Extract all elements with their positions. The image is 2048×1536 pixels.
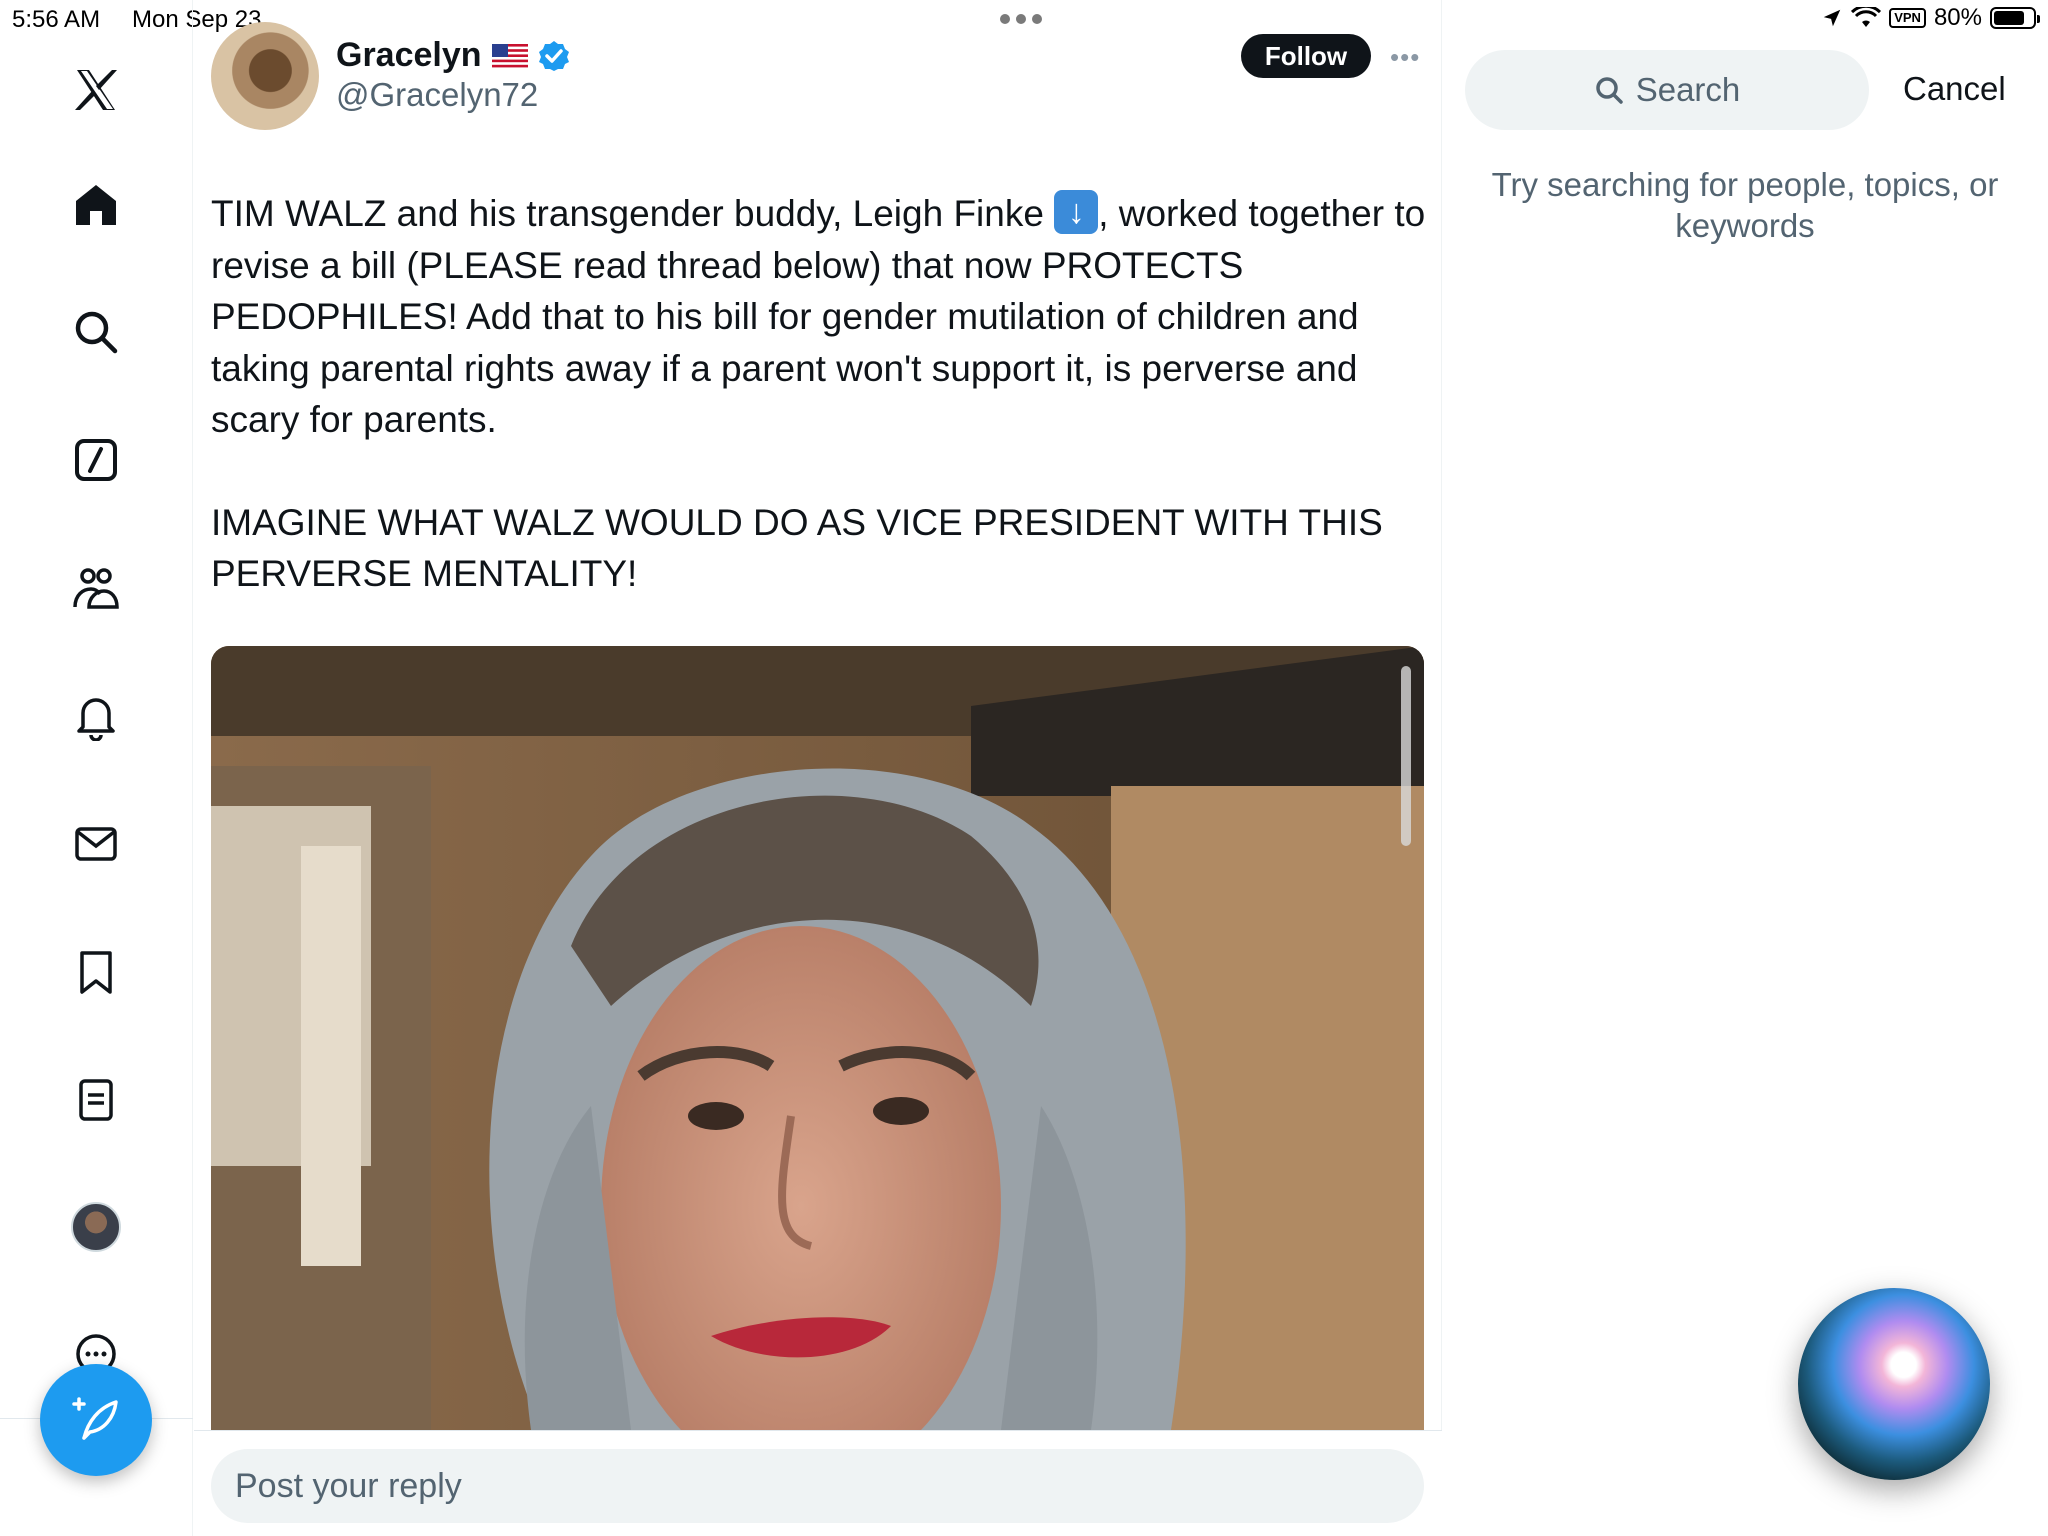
left-nav xyxy=(0,0,193,1536)
messages-envelope-icon[interactable] xyxy=(66,814,126,874)
profile-avatar[interactable] xyxy=(66,1197,126,1257)
compose-feather-plus-icon xyxy=(72,1397,118,1440)
lists-icon[interactable] xyxy=(66,1070,126,1130)
us-flag-icon xyxy=(491,43,528,68)
author-display-name-row[interactable]: Gracelyn xyxy=(336,36,570,75)
verified-badge-icon[interactable] xyxy=(538,40,570,72)
bookmark-icon[interactable] xyxy=(66,942,126,1002)
search-hint-text: Try searching for people, topics, or key… xyxy=(1491,166,1999,244)
siri-orb-icon[interactable] xyxy=(1798,1288,1990,1480)
search-panel: Search Cancel Try searching for people, … xyxy=(1443,0,2048,1536)
author-avatar[interactable] xyxy=(211,22,319,130)
search-input[interactable]: Search xyxy=(1465,50,1869,130)
search-icon[interactable] xyxy=(66,302,126,362)
tweet-photo[interactable] xyxy=(211,646,1424,1430)
reply-bar xyxy=(194,1430,1442,1536)
more-options-icon[interactable]: ••• xyxy=(1390,42,1420,73)
main-column: Gracelyn @Gracelyn72 Follow ••• TIM WALZ… xyxy=(194,0,1442,1536)
communities-icon[interactable] xyxy=(66,558,126,618)
notifications-bell-icon[interactable] xyxy=(66,686,126,746)
compose-button[interactable] xyxy=(40,1364,152,1476)
home-icon[interactable] xyxy=(66,175,126,235)
down-arrow-emoji-icon xyxy=(1054,190,1099,234)
cancel-button[interactable]: Cancel xyxy=(1903,70,2006,108)
search-placeholder: Search xyxy=(1635,71,1741,108)
tweet-text: TIM WALZ and his transgender buddy, Leig… xyxy=(211,188,1426,600)
follow-button[interactable]: Follow xyxy=(1241,34,1371,78)
x-logo-icon[interactable] xyxy=(66,60,126,120)
tweet-paragraph-2: IMAGINE WHAT WALZ WOULD DO AS VICE PRESI… xyxy=(211,501,1383,595)
tweet-paragraph-1: TIM WALZ and his transgender buddy, Leig… xyxy=(211,188,1426,446)
search-icon xyxy=(1595,77,1623,104)
grok-icon[interactable] xyxy=(66,430,126,490)
author-handle[interactable]: @Gracelyn72 xyxy=(336,76,538,114)
reply-input[interactable] xyxy=(211,1449,1424,1523)
tweet-text-part: TIM WALZ and his transgender buddy, Leig… xyxy=(211,193,1055,234)
author-display-name: Gracelyn xyxy=(336,36,482,74)
